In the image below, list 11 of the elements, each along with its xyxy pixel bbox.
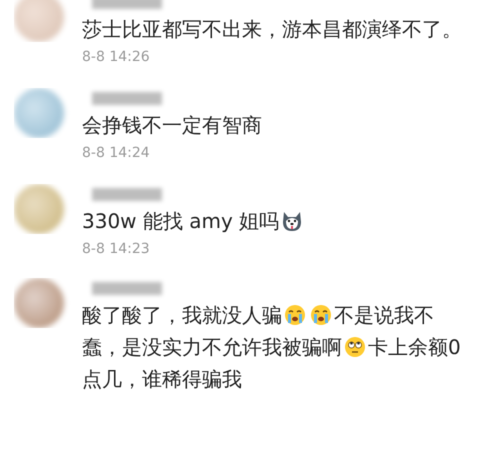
comment-text: 点几，谁稀得骗我 [82,366,242,393]
comment-text: 莎士比亚都写不出来，游本昌都演绎不了。 [82,16,462,43]
comment-text: 酸了酸了，我就没人骗 [82,302,282,329]
comment-text: 卡上余额0 [368,334,461,361]
comment-time: 8-8 14:24 [82,144,151,163]
comment-text: 会挣钱不一定有智商 [82,112,262,139]
comment-time: 8-8 14:23 [82,240,151,259]
comment-text: 蠢，是没实力不允许我被骗啊 [82,334,342,361]
comment-time: 8-8 14:26 [82,48,151,67]
comment-text: 不是说我不 [334,302,434,329]
comment-text: 330w 能找 amy 姐吗 [82,208,280,235]
